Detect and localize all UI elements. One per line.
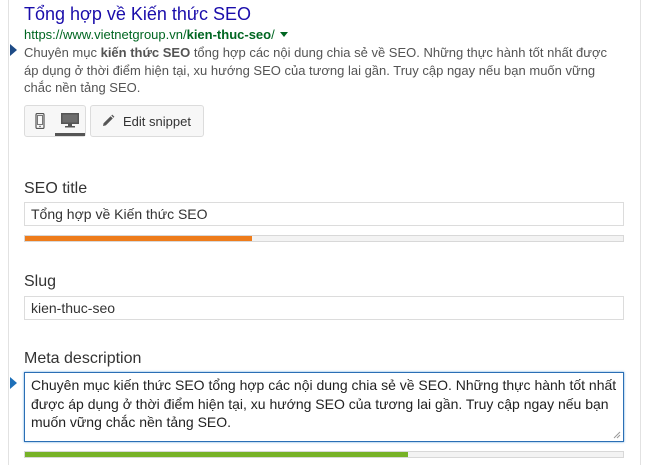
resize-handle-icon[interactable] <box>613 431 621 439</box>
meta-description-textarea[interactable]: Chuyên mục kiến thức SEO tổng hợp các nộ… <box>24 372 624 442</box>
url-dropdown-icon[interactable] <box>279 32 288 37</box>
meta-description-progress <box>24 451 624 458</box>
snippet-toolbar: Edit snippet <box>24 105 204 137</box>
seo-title-progress-fill <box>25 236 253 241</box>
edit-snippet-label: Edit snippet <box>123 113 191 129</box>
meta-description-text: Chuyên mục kiến thức SEO tổng hợp các nộ… <box>31 377 617 430</box>
snippet-url-suffix: / <box>271 27 275 42</box>
meta-description-progress-fill <box>25 452 408 457</box>
seo-title-progress <box>24 235 624 242</box>
snippet-desc-before: Chuyên mục <box>24 45 101 60</box>
device-toggle-group <box>24 105 86 137</box>
mobile-preview-button[interactable] <box>25 106 55 136</box>
pencil-icon <box>103 114 115 126</box>
snippet-url-base: https://www.vietnetgroup.vn/ <box>24 27 187 42</box>
left-border <box>8 0 9 465</box>
desktop-preview-button[interactable] <box>55 106 85 136</box>
meta-description-label: Meta description <box>24 350 142 367</box>
snippet-title[interactable]: Tổng hợp về Kiến thức SEO <box>24 3 624 25</box>
right-border <box>640 0 641 465</box>
slug-label: Slug <box>24 273 57 290</box>
snippet-arrow-marker <box>10 44 17 56</box>
mobile-icon <box>35 113 45 129</box>
desktop-icon <box>61 112 79 127</box>
seo-title-label: SEO title <box>24 180 88 197</box>
slug-input[interactable]: kien-thuc-seo <box>24 296 624 320</box>
snippet-desc-keyword: kiến thức SEO <box>100 45 191 60</box>
snippet-description: Chuyên mục kiến thức SEO tổng hợp các nộ… <box>24 44 622 97</box>
meta-arrow-marker <box>10 377 17 389</box>
snippet-preview: Tổng hợp về Kiến thức SEO https://www.vi… <box>24 3 624 97</box>
edit-snippet-button[interactable]: Edit snippet <box>90 105 204 137</box>
snippet-url: https://www.vietnetgroup.vn/kien-thuc-se… <box>24 26 624 43</box>
seo-title-input[interactable]: Tổng hợp về Kiến thức SEO <box>24 202 624 226</box>
snippet-url-slug: kien-thuc-seo <box>186 27 272 42</box>
